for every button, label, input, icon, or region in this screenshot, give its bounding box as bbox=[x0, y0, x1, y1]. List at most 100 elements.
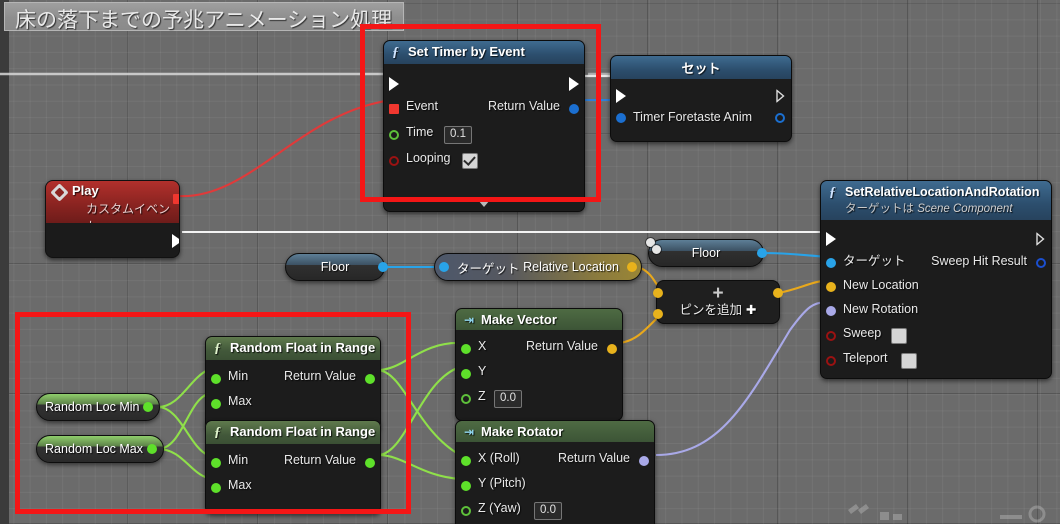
vector-out-pin[interactable] bbox=[607, 343, 617, 354]
node-title: Make Vector bbox=[481, 312, 557, 327]
pin-label-sweep-hit-result: Sweep Hit Result bbox=[931, 254, 1027, 268]
blueprint-graph-canvas[interactable]: 床の落下までの予兆アニメーション処理 ƒ Set Timer by Event E… bbox=[0, 0, 1060, 524]
node-title: セット bbox=[681, 61, 721, 76]
node-title: SetRelativeLocationAndRotation bbox=[845, 185, 1040, 199]
node-subtitle-prefix: ターゲットは bbox=[845, 203, 914, 215]
node-header: Play カスタムイベント bbox=[46, 181, 179, 233]
pin-label-target: ターゲット bbox=[843, 254, 906, 268]
object-in-pin-target[interactable] bbox=[826, 258, 836, 268]
annotation-box-random bbox=[15, 312, 411, 514]
float-in-pin-z-yaw[interactable] bbox=[461, 505, 471, 516]
graph-left-edge-strip bbox=[0, 0, 9, 524]
make-struct-icon: ⇥ bbox=[464, 425, 475, 439]
node-add-pin[interactable]: + ピンを追加 ✚ bbox=[653, 280, 783, 324]
vector-in-pin-new-location[interactable] bbox=[826, 282, 836, 292]
pin-label-sweep: Sweep bbox=[843, 326, 882, 340]
pin-row-teleport: Teleport bbox=[826, 348, 1043, 373]
struct-out-pin[interactable] bbox=[775, 113, 785, 123]
variable-label: Floor bbox=[320, 260, 350, 274]
pin-row-z: Z 0.0 bbox=[461, 386, 614, 411]
plus-small-icon: ✚ bbox=[746, 302, 757, 317]
pin-row-new-location: New Location bbox=[826, 275, 1043, 299]
vector-out-pin[interactable] bbox=[627, 262, 637, 272]
float-in-pin-z[interactable] bbox=[461, 393, 471, 404]
pin-label-z-yaw: Z (Yaw) bbox=[478, 501, 521, 515]
node-make-vector[interactable]: ⇥ Make Vector X Return Value Y Z 0.0 bbox=[455, 308, 623, 421]
node-make-rotator[interactable]: ⇥ Make Rotator X (Roll) Return Value Y (P… bbox=[455, 420, 655, 524]
vector-out-pin[interactable] bbox=[773, 288, 783, 298]
pin-label-target: ターゲット bbox=[457, 261, 520, 276]
node-body: X (Roll) Return Value Y (Pitch) Z (Yaw) … bbox=[456, 442, 654, 524]
pin-label-x: X bbox=[478, 339, 487, 353]
exec-in-pin[interactable] bbox=[826, 231, 836, 246]
function-f-icon: ƒ bbox=[829, 185, 836, 200]
object-out-pin[interactable] bbox=[757, 248, 767, 258]
pin-label-y: Y bbox=[478, 364, 487, 378]
struct-out-pin-sweep-hit-result[interactable] bbox=[1036, 258, 1046, 268]
teleport-checkbox[interactable] bbox=[901, 352, 917, 369]
rotator-in-pin-new-rotation[interactable] bbox=[826, 306, 836, 316]
z-yaw-value-input[interactable]: 0.0 bbox=[534, 501, 562, 520]
node-header: ƒ SetRelativeLocationAndRotation ターゲットは S… bbox=[821, 181, 1051, 220]
node-header: ⇥ Make Rotator bbox=[456, 421, 654, 442]
pin-row-y-pitch: Y (Pitch) bbox=[461, 473, 646, 498]
node-body: Timer Foretaste Anim bbox=[611, 79, 791, 141]
variable-label: Floor bbox=[691, 246, 721, 260]
pin-row-x-roll: X (Roll) Return Value bbox=[461, 448, 649, 473]
pin-label-relative-location: Relative Location bbox=[523, 260, 619, 274]
pin-row-y: Y bbox=[461, 361, 614, 386]
node-subtitle-target: Scene Component bbox=[917, 203, 1013, 215]
node-set-relative-location-and-rotation[interactable]: ƒ SetRelativeLocationAndRotation ターゲットは S… bbox=[820, 180, 1052, 379]
object-in-pin-target[interactable] bbox=[439, 262, 449, 272]
vector-in-pin-b[interactable] bbox=[653, 309, 663, 319]
comment-title-text: 床の落下までの予兆アニメーション処理 bbox=[15, 8, 393, 32]
z-value-input[interactable]: 0.0 bbox=[494, 389, 522, 408]
node-title: Play bbox=[72, 183, 99, 198]
pin-label-new-rotation: New Rotation bbox=[843, 302, 919, 316]
pin-row-timer-foretaste-anim: Timer Foretaste Anim bbox=[616, 107, 785, 129]
node-body: ターゲット Sweep Hit Result New Location New … bbox=[821, 220, 1051, 378]
struct-in-pin[interactable] bbox=[616, 113, 626, 123]
float-in-pin-y[interactable] bbox=[461, 368, 471, 379]
exec-out-pin[interactable] bbox=[776, 89, 785, 102]
node-get-floor-a[interactable]: Floor bbox=[285, 253, 388, 281]
float-in-pin-y-pitch[interactable] bbox=[461, 480, 471, 491]
wire-knob-icon bbox=[652, 245, 661, 254]
pin-label-return-value: Return Value bbox=[557, 451, 630, 465]
node-get-floor-b[interactable]: Floor bbox=[648, 239, 767, 267]
pin-label-new-location: New Location bbox=[843, 278, 919, 292]
bool-in-pin-sweep[interactable] bbox=[826, 330, 836, 341]
pin-label-z: Z bbox=[478, 389, 486, 403]
vector-in-pin-a[interactable] bbox=[653, 288, 663, 298]
add-pin-text: ピンを追加 bbox=[679, 302, 743, 317]
sweep-checkbox[interactable] bbox=[891, 327, 907, 344]
exec-out-pin[interactable] bbox=[1036, 232, 1045, 245]
exec-out-pin[interactable] bbox=[172, 234, 179, 248]
node-get-relative-location[interactable]: ターゲット Relative Location bbox=[434, 253, 642, 281]
float-in-pin-x-roll[interactable] bbox=[461, 455, 471, 466]
node-header: ⇥ Make Vector bbox=[456, 309, 622, 330]
pin-label-x-roll: X (Roll) bbox=[478, 451, 520, 465]
add-pin-label[interactable]: ピンを追加 ✚ bbox=[680, 299, 757, 318]
delegate-out-pin[interactable] bbox=[173, 194, 179, 204]
float-in-pin-x[interactable] bbox=[461, 343, 471, 354]
node-header: セット bbox=[611, 56, 791, 79]
pin-label-teleport: Teleport bbox=[843, 351, 888, 365]
object-out-pin[interactable] bbox=[378, 262, 388, 272]
node-play-custom-event[interactable]: Play カスタムイベント bbox=[45, 180, 180, 258]
make-struct-icon: ⇥ bbox=[464, 313, 475, 327]
node-subtitle: ターゲットは Scene Component bbox=[845, 200, 1043, 216]
exec-in-pin[interactable] bbox=[616, 88, 626, 103]
pin-row-target: ターゲット Sweep Hit Result bbox=[826, 251, 1046, 275]
custom-event-icon bbox=[50, 183, 69, 202]
pin-row-z-yaw: Z (Yaw) 0.0 bbox=[461, 498, 646, 523]
node-title: Make Rotator bbox=[481, 424, 564, 439]
node-body bbox=[46, 223, 179, 257]
node-set-variable[interactable]: セット Timer Foretaste Anim bbox=[610, 55, 792, 142]
bool-in-pin-teleport[interactable] bbox=[826, 355, 836, 366]
pin-row-sweep: Sweep bbox=[826, 323, 1043, 348]
pin-label-y-pitch: Y (Pitch) bbox=[478, 476, 526, 490]
pin-row-x: X Return Value bbox=[461, 336, 617, 361]
rotator-out-pin[interactable] bbox=[639, 455, 649, 466]
comment-title-banner[interactable]: 床の落下までの予兆アニメーション処理 bbox=[4, 2, 404, 32]
